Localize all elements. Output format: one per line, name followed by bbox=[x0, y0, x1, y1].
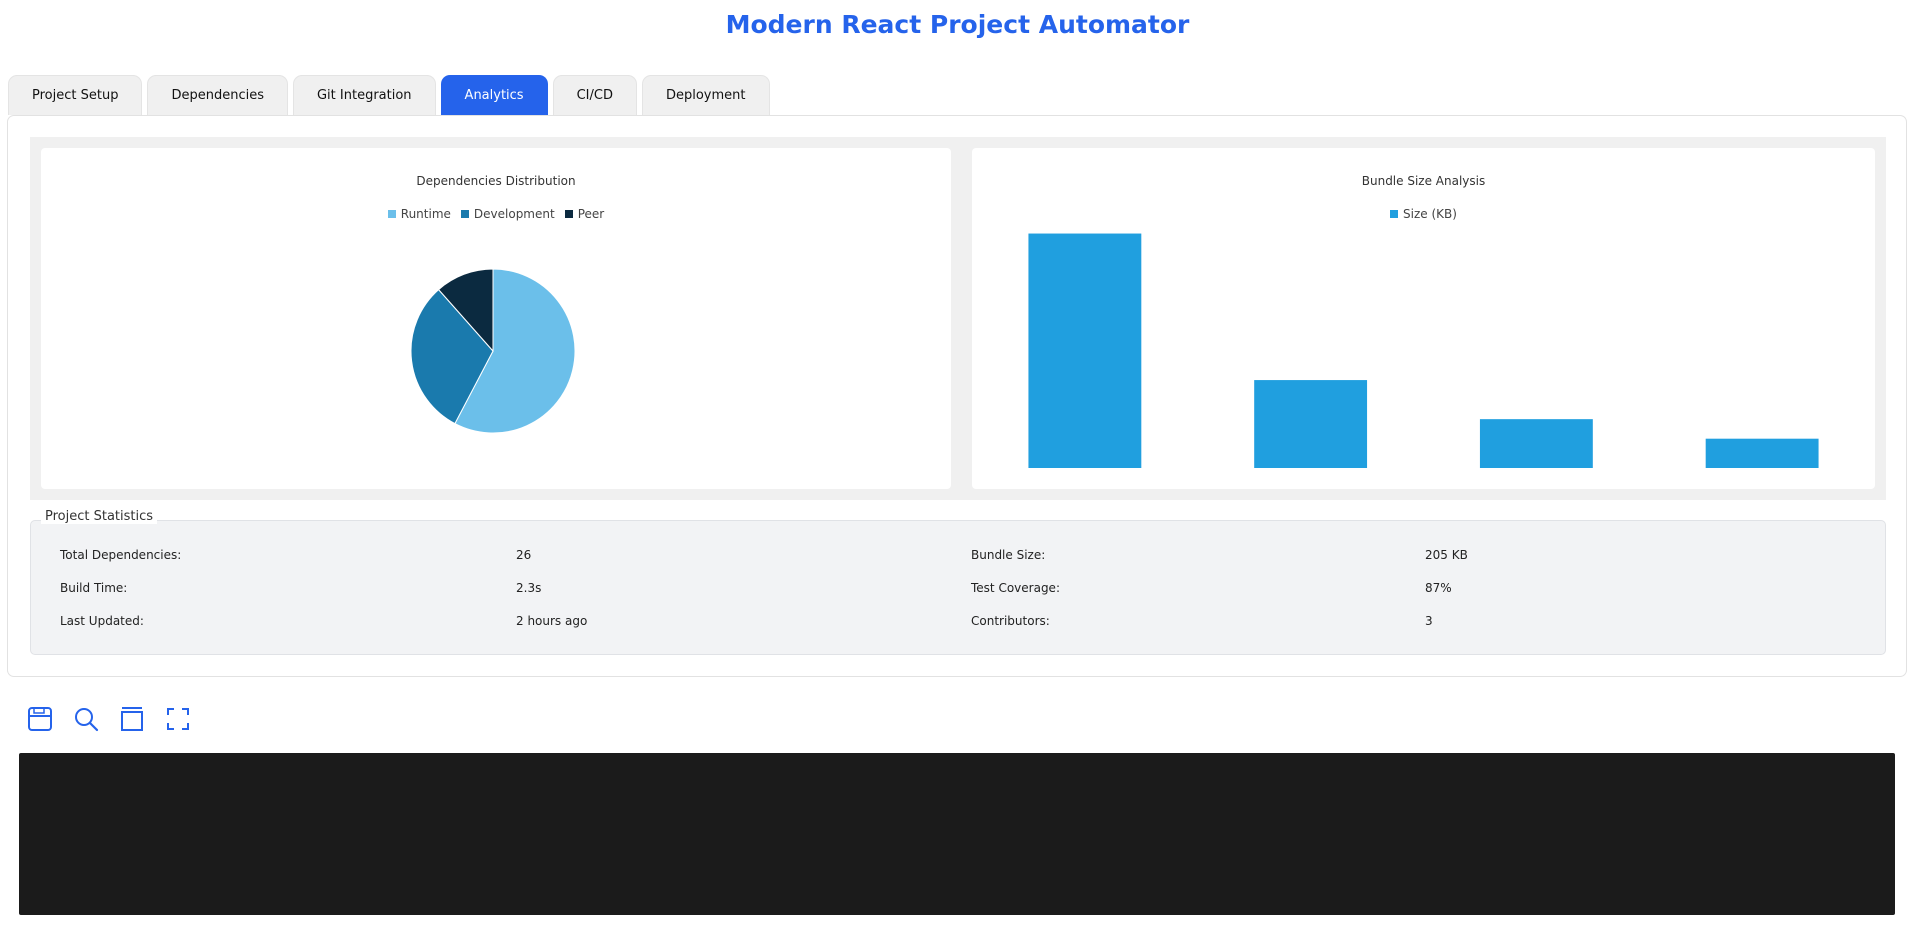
bundle-bar-chart bbox=[1028, 233, 1819, 468]
archive-icon[interactable] bbox=[118, 705, 146, 733]
tab-git-integration[interactable]: Git Integration bbox=[292, 75, 436, 115]
stat-label-last-updated: Last Updated: bbox=[60, 614, 144, 628]
toolbar bbox=[26, 705, 192, 733]
stat-value-last-updated: 2 hours ago bbox=[516, 614, 588, 628]
stat-label-total-dependencies: Total Dependencies: bbox=[60, 548, 182, 562]
save-icon[interactable] bbox=[26, 705, 54, 733]
tab-project-setup[interactable]: Project Setup bbox=[8, 75, 143, 115]
bundle-bar-1[interactable] bbox=[1028, 233, 1142, 468]
bundle-bar-3[interactable] bbox=[1479, 419, 1593, 468]
bundle-bar-2[interactable] bbox=[1254, 380, 1368, 468]
bundle-chart-container: Bundle Size Analysis Size (KB) bbox=[961, 137, 1886, 500]
terminal-output[interactable] bbox=[19, 753, 1895, 915]
tab-ci-cd[interactable]: CI/CD bbox=[552, 75, 637, 115]
project-statistics: Project Statistics Total Dependencies: 2… bbox=[30, 509, 1886, 655]
project-statistics-legend: Project Statistics bbox=[41, 509, 158, 524]
dependencies-pie-chart bbox=[410, 268, 576, 434]
stat-value-build-time: 2.3s bbox=[516, 581, 542, 595]
fullscreen-icon[interactable] bbox=[164, 705, 192, 733]
stat-value-total-dependencies: 26 bbox=[516, 548, 532, 562]
bundle-chart-card: Bundle Size Analysis Size (KB) bbox=[972, 148, 1875, 489]
dependencies-chart-container: Dependencies Distribution Runtime Develo… bbox=[30, 137, 962, 500]
app-title: Modern React Project Automator bbox=[725, 10, 1190, 39]
stat-label-contributors: Contributors: bbox=[971, 614, 1050, 628]
bundle-bar-4[interactable] bbox=[1705, 438, 1819, 468]
stat-value-test-coverage: 87% bbox=[1425, 581, 1452, 595]
dependencies-chart-card: Dependencies Distribution Runtime Develo… bbox=[41, 148, 951, 489]
stat-value-contributors: 3 bbox=[1425, 614, 1433, 628]
tab-dependencies[interactable]: Dependencies bbox=[147, 75, 288, 115]
stat-label-test-coverage: Test Coverage: bbox=[971, 581, 1060, 595]
tab-analytics[interactable]: Analytics bbox=[440, 75, 548, 115]
search-icon[interactable] bbox=[72, 705, 100, 733]
stat-label-build-time: Build Time: bbox=[60, 581, 128, 595]
tab-deployment[interactable]: Deployment bbox=[641, 75, 770, 115]
tab-bar: Project Setup Dependencies Git Integrati… bbox=[8, 75, 770, 115]
stat-label-bundle-size: Bundle Size: bbox=[971, 548, 1046, 562]
stat-value-bundle-size: 205 KB bbox=[1425, 548, 1468, 562]
analytics-panel: Dependencies Distribution Runtime Develo… bbox=[7, 115, 1907, 677]
